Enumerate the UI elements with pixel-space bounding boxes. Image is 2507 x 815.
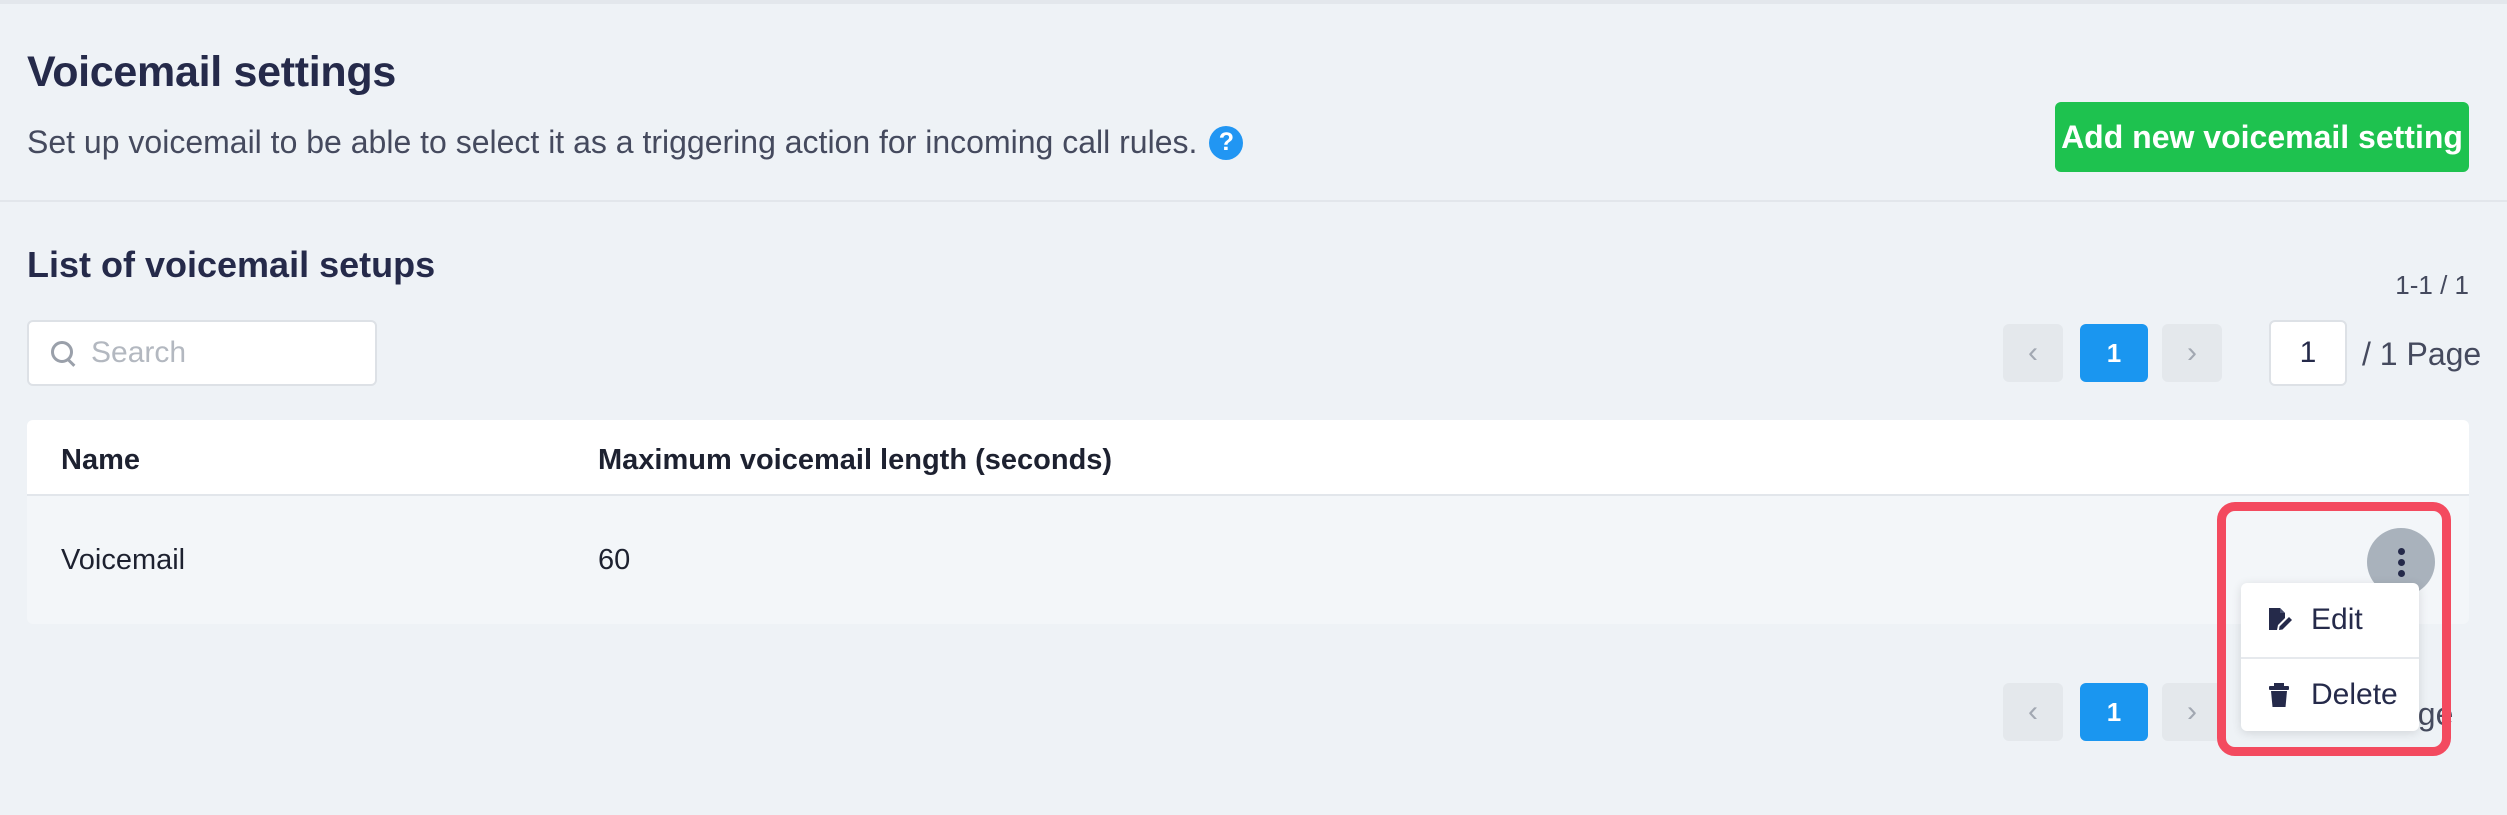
- edit-document-icon: [2269, 608, 2292, 630]
- table-header: Name Maximum voicemail length (seconds): [27, 420, 2469, 496]
- menu-item-edit-label: Edit: [2311, 603, 2363, 636]
- pager-current-page[interactable]: 1: [2080, 324, 2148, 382]
- bottom-pager-prev-button[interactable]: ‹: [2003, 683, 2063, 741]
- column-header-name: Name: [61, 444, 140, 476]
- search-input[interactable]: [91, 336, 361, 370]
- help-icon[interactable]: ?: [1209, 125, 1244, 160]
- range-count: 1-1 / 1: [2395, 270, 2469, 300]
- search-box[interactable]: [27, 320, 377, 386]
- menu-item-delete-label: Delete: [2311, 678, 2398, 711]
- pager-next-button[interactable]: ›: [2162, 324, 2222, 382]
- kebab-dot: [2397, 547, 2405, 555]
- bottom-pager-next-button[interactable]: ›: [2162, 683, 2222, 741]
- page-description-text: Set up voicemail to be able to select it…: [27, 124, 1198, 160]
- search-icon: [49, 339, 77, 367]
- page-total: / 1 Page: [2362, 336, 2482, 372]
- menu-item-edit[interactable]: Edit: [2241, 583, 2419, 657]
- voicemail-table: Name Maximum voicemail length (seconds) …: [27, 420, 2469, 624]
- menu-item-delete[interactable]: Delete: [2241, 657, 2419, 731]
- page-header: Voicemail settings Set up voicemail to b…: [0, 4, 2507, 202]
- row-max-length-cell: 60: [598, 544, 631, 576]
- page-description: Set up voicemail to be able to select it…: [27, 124, 1244, 161]
- page-title: Voicemail settings: [27, 48, 396, 96]
- kebab-dot: [2397, 569, 2405, 577]
- column-header-max-length: Maximum voicemail length (seconds): [598, 444, 1113, 476]
- row-name-cell: Voicemail: [61, 544, 186, 576]
- bottom-pager-current-page[interactable]: 1: [2080, 683, 2148, 741]
- list-title: List of voicemail setups: [27, 244, 436, 285]
- table-row[interactable]: Voicemail 60: [27, 496, 2469, 624]
- add-voicemail-setting-button[interactable]: Add new voicemail setting: [2055, 102, 2469, 172]
- row-actions-menu: Edit Delete: [2241, 583, 2419, 731]
- trash-icon: [2269, 683, 2289, 707]
- page-number-input[interactable]: [2269, 320, 2347, 386]
- pager-prev-button[interactable]: ‹: [2003, 324, 2063, 382]
- kebab-dot: [2397, 558, 2405, 566]
